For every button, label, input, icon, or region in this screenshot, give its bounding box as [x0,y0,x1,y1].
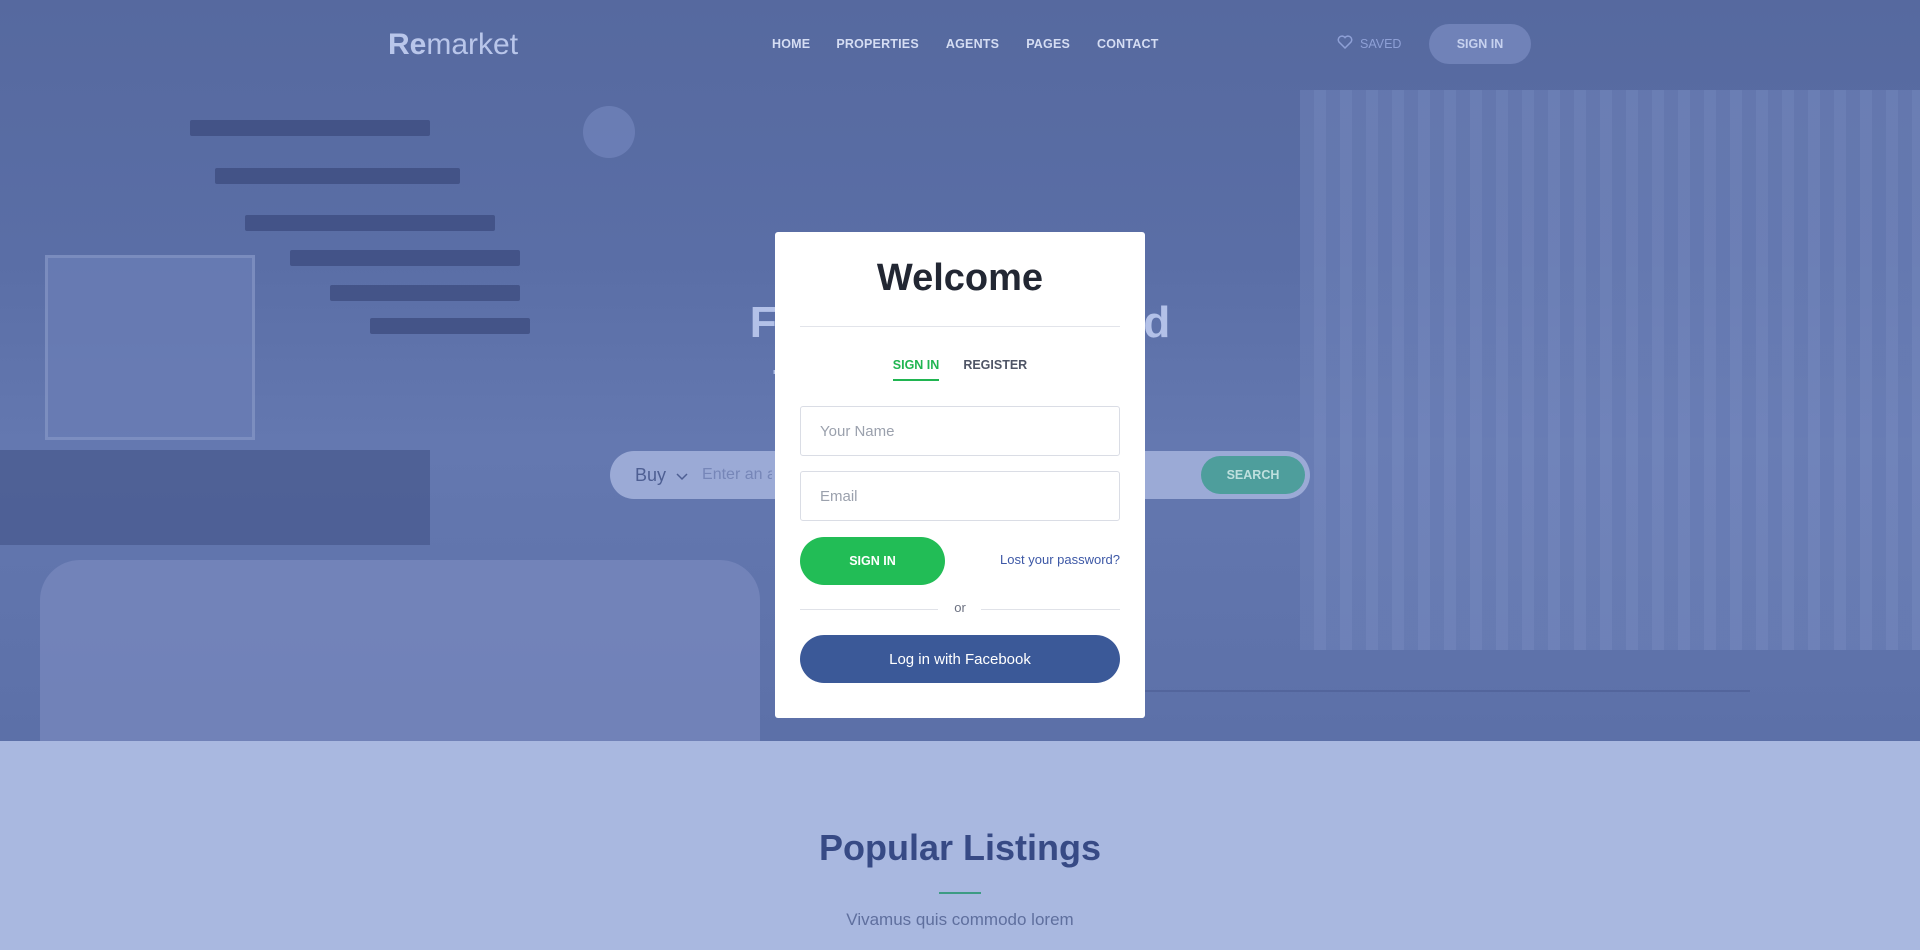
lost-password-link[interactable]: Lost your password? [1000,552,1120,567]
sofa [40,560,760,741]
tab-sign-in[interactable]: SIGN IN [892,358,940,381]
search-button[interactable]: SEARCH [1201,456,1305,494]
sideboard [0,450,430,545]
nav-sign-in-button[interactable]: SIGN IN [1429,24,1531,64]
wall-frame [45,255,255,440]
chevron-down-icon [676,465,688,486]
email-field[interactable]: Email [800,471,1120,521]
or-text: or [954,600,966,615]
modal-title: Welcome [876,257,1044,299]
heart-icon [1337,35,1353,52]
sign-in-button[interactable]: SIGN IN [800,537,945,585]
menu-item-properties[interactable]: PROPERTIES [836,37,919,51]
curtains [1300,90,1920,650]
main-menu: HOME PROPERTIES AGENTS PAGES CONTACT [772,37,1159,51]
or-divider-right [981,609,1120,610]
title-underline [939,892,981,894]
saved-link[interactable]: SAVED [1337,35,1401,52]
pendant-lamp [583,106,635,158]
menu-item-pages[interactable]: PAGES [1026,37,1070,51]
menu-item-agents[interactable]: AGENTS [946,37,999,51]
saved-label: SAVED [1360,36,1402,51]
address-search-input[interactable]: Enter an address [702,466,772,484]
section-title: Popular Listings [818,827,1102,868]
login-modal: Welcome SIGN IN REGISTER Your Name Email… [775,232,1145,718]
name-field[interactable]: Your Name [800,406,1120,456]
divider [800,326,1120,327]
facebook-login-button[interactable]: Log in with Facebook [800,635,1120,683]
auth-tabs: SIGN IN REGISTER [775,358,1145,381]
section-subtitle: Vivamus quis commodo lorem [846,910,1074,929]
menu-item-contact[interactable]: CONTACT [1097,37,1159,51]
tab-register[interactable]: REGISTER [963,358,1027,381]
popular-listings-section: Popular Listings Vivamus quis commodo lo… [0,741,1920,950]
menu-item-home[interactable]: HOME [772,37,810,51]
listing-type-select[interactable]: Buy [635,465,688,486]
site-logo[interactable]: Remarket [388,28,518,62]
top-navigation: Remarket HOME PROPERTIES AGENTS PAGES CO… [0,0,1920,90]
